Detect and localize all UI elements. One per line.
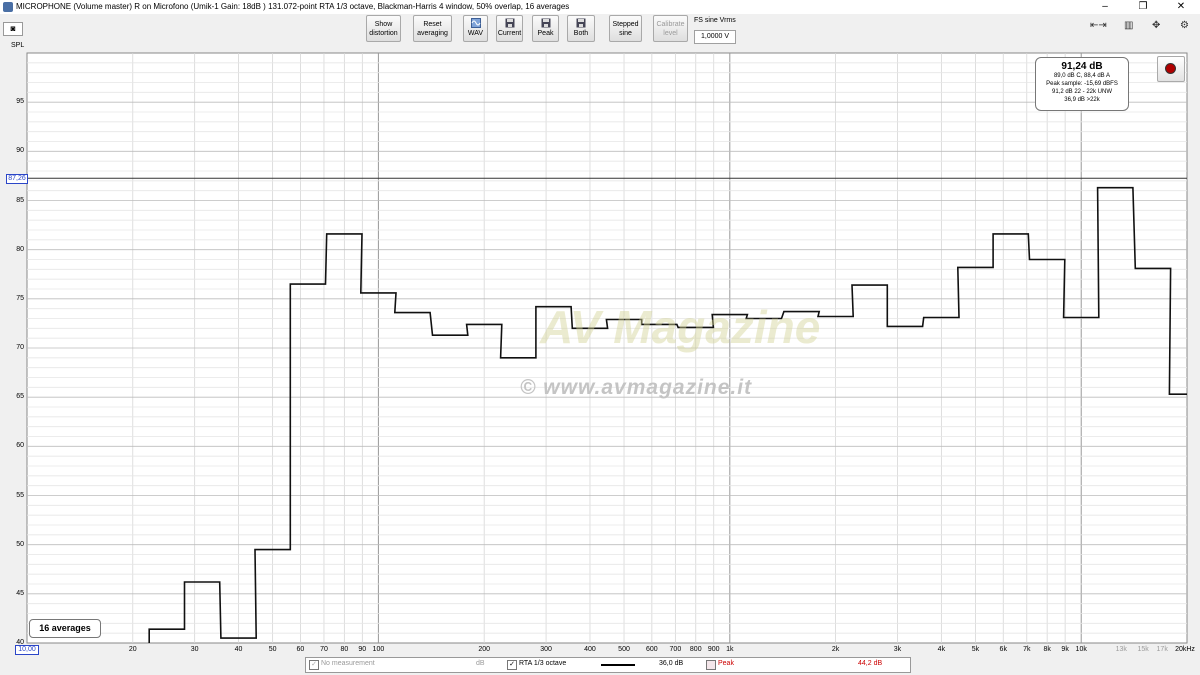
x-tick-label: 7k <box>1023 646 1031 653</box>
x-tick-label: 1k <box>726 646 734 653</box>
x-tick-label: 6k <box>999 646 1007 653</box>
x-tick-label: 200 <box>478 646 491 653</box>
y-tick-label: 90 <box>16 147 24 155</box>
x-tick-label: 400 <box>584 646 596 653</box>
x-tick-label: 600 <box>646 646 658 653</box>
x-tick-label: 5k <box>971 646 980 653</box>
x-tick-label: 2k <box>831 646 840 653</box>
y-tick-label: 85 <box>16 196 24 204</box>
record-button[interactable] <box>1157 56 1185 82</box>
x-tick-label: 4k <box>937 646 946 653</box>
level-readout: 91,24 dB 89,0 dB C, 88,4 dB A Peak sampl… <box>1035 57 1129 111</box>
y-tick-label: 95 <box>16 98 24 106</box>
y-cursor-readout: 87,26 <box>6 174 28 184</box>
y-tick-label: 50 <box>16 540 24 548</box>
x-tick-label: 900 <box>707 646 720 653</box>
x-tick-label: 15k <box>1137 646 1149 653</box>
watermark-url: © www.avmagazine.it <box>520 376 753 399</box>
y-tick-label: 75 <box>16 294 24 302</box>
no-measurement-checkbox[interactable]: ✓ <box>309 660 319 670</box>
y-tick-label: 45 <box>16 589 24 597</box>
x-tick-label: 40 <box>234 646 243 653</box>
x-tick-label: 500 <box>618 646 630 653</box>
x-tick-label: 70 <box>320 646 328 653</box>
y-tick-label: 65 <box>16 393 24 401</box>
x-tick-label: 30 <box>190 646 199 653</box>
x-tick-label: 10k <box>1075 646 1087 653</box>
readout-main: 91,24 dB <box>1061 61 1103 72</box>
rta-line-swatch <box>601 664 635 666</box>
no-measurement-label: No measurement <box>321 660 375 667</box>
legend-bar: ✓ No measurement dB ✓ RTA 1/3 octave 36,… <box>305 657 911 673</box>
peak-checkbox[interactable] <box>706 660 716 670</box>
watermark-logo: AV Magazine <box>540 301 821 353</box>
x-tick-label: 20 <box>128 646 137 653</box>
x-tick-label: 100 <box>372 646 385 653</box>
x-tick-label: 8k <box>1043 646 1051 653</box>
x-tick-label: 300 <box>540 646 552 653</box>
x-tick-label: 60 <box>296 646 305 653</box>
x-tick-label: 700 <box>669 646 682 653</box>
peak-legend-label: Peak <box>718 660 734 667</box>
x-tick-label: 9k <box>1061 646 1069 653</box>
peak-legend-value: 44,2 dB <box>858 660 883 667</box>
readout-line: 91,2 dB 22 - 22k UNW <box>1051 89 1113 95</box>
rta-legend-value: 36,0 dB <box>659 660 684 667</box>
x-tick-label: 80 <box>340 646 349 653</box>
x-tick-label: 13k <box>1115 646 1127 653</box>
no-measurement-value: dB <box>476 660 485 667</box>
rta-checkbox[interactable]: ✓ <box>507 660 517 670</box>
x-cursor-readout: 10,00 <box>15 645 39 655</box>
readout-line: 89,0 dB C, 88,4 dB A <box>1053 73 1111 79</box>
x-tick-label: 50 <box>268 646 277 653</box>
rta-legend-label: RTA 1/3 octave <box>519 660 567 667</box>
x-tick-label: 3k <box>893 646 902 653</box>
x-tick-label: 20kHz <box>1175 646 1195 653</box>
y-tick-label: 55 <box>16 491 24 499</box>
averages-badge: 16 averages <box>29 619 101 638</box>
x-tick-label: 17k <box>1156 646 1168 653</box>
y-tick-label: 80 <box>16 245 24 253</box>
y-tick-label: 70 <box>16 344 24 351</box>
x-tick-label: 800 <box>689 646 702 653</box>
readout-line: 36,9 dB >22k <box>1064 97 1100 103</box>
x-tick-label: 90 <box>358 646 367 653</box>
readout-line: Peak sample: -15,69 dBFS <box>1046 81 1118 87</box>
y-tick-label: 60 <box>16 442 24 450</box>
record-icon <box>1166 64 1175 73</box>
